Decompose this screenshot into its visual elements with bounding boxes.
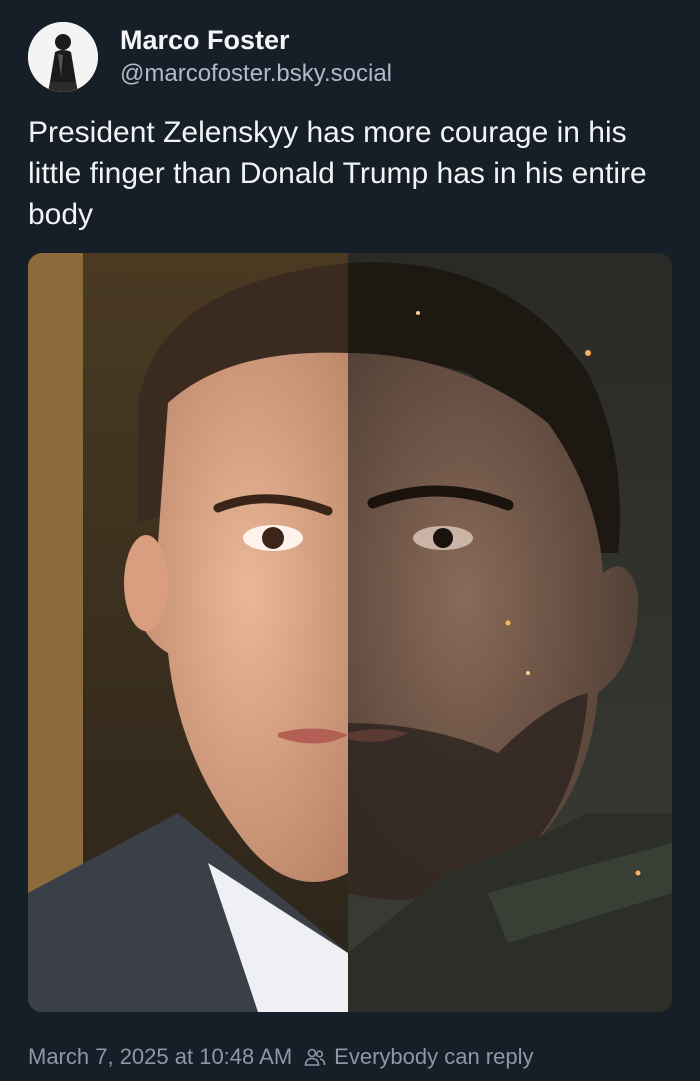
post-footer: March 7, 2025 at 10:48 AM Everybody can … (28, 1040, 534, 1074)
post-header: Marco Foster @marcofoster.bsky.social (28, 20, 392, 94)
post-image[interactable] (28, 253, 672, 1012)
ukraine-flag-icon (99, 203, 133, 227)
author-handle[interactable]: @marcofoster.bsky.social (120, 57, 392, 91)
reply-setting[interactable]: Everybody can reply (304, 1044, 534, 1070)
post-card: Marco Foster @marcofoster.bsky.social Pr… (0, 0, 700, 1081)
post-timestamp[interactable]: March 7, 2025 at 10:48 AM (28, 1044, 292, 1070)
avatar[interactable] (28, 22, 98, 92)
post-text: President Zelenskyy has more courage in … (28, 112, 678, 235)
people-icon (304, 1046, 326, 1068)
author-display-name[interactable]: Marco Foster (120, 23, 392, 57)
author-names: Marco Foster @marcofoster.bsky.social (120, 23, 392, 91)
reply-setting-label: Everybody can reply (334, 1044, 534, 1069)
person-avatar-icon (28, 22, 98, 92)
split-face-portrait-image (28, 253, 672, 1012)
